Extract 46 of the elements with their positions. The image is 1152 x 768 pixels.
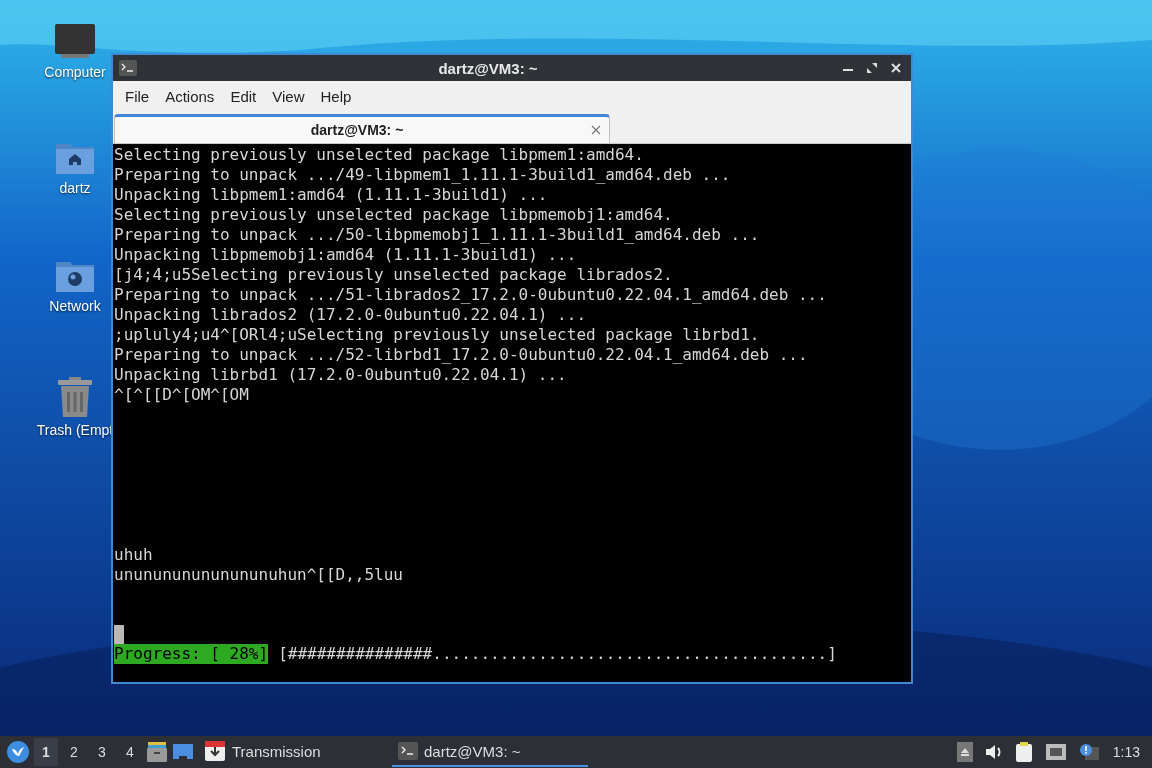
terminal-icon [398, 742, 418, 760]
workspace-button[interactable]: 2 [62, 738, 86, 766]
clock: 1:13 [1111, 744, 1141, 760]
tab[interactable]: dartz@VM3: ~ [114, 114, 610, 143]
terminal-line: Unpacking librados2 (17.2.0-0ubuntu0.22.04.1) ... [114, 305, 587, 325]
terminal-line: ununununununununuhun^[[D,,5luu [114, 565, 404, 585]
icon-label: Computer [44, 64, 106, 80]
terminal-line: uhuh [114, 545, 154, 565]
workspace-button[interactable]: 4 [118, 738, 142, 766]
menu-item[interactable]: View [264, 87, 313, 105]
progress-bar-text: [###############.........................................] [278, 644, 837, 664]
terminal-line: Unpacking libpmem1:amd64 (1.11.1-3build1) ... [114, 185, 549, 205]
window-title: dartz@VM3: ~ [437, 59, 539, 77]
trash-icon[interactable] [56, 376, 94, 418]
desktop-icon[interactable] [172, 742, 194, 762]
download-box-icon [204, 740, 226, 762]
start-menu-icon[interactable] [6, 740, 30, 764]
terminal-line: [j4;4;u5Selecting previously unselected package librados2. [114, 265, 674, 285]
terminal-line: Preparing to unpack .../51-librados2_17.2.0-0ubuntu0.22.04.1_amd64.deb ... [114, 285, 828, 305]
workspace-button[interactable]: 1 [34, 738, 58, 766]
terminal-line: Unpacking librbd1 (17.2.0-0ubuntu0.22.04.1) ... [114, 365, 568, 385]
menu-item[interactable]: Help [312, 87, 360, 105]
file-cabinet-icon[interactable] [146, 741, 168, 763]
menu-item[interactable]: Edit [222, 87, 265, 105]
terminal-icon [119, 60, 137, 76]
terminal-line: Preparing to unpack .../52-librbd1_17.2.0-0ubuntu0.22.04.1_amd64.deb ... [114, 345, 809, 365]
workspace-button[interactable]: 3 [90, 738, 114, 766]
menu-item[interactable]: Actions [157, 87, 223, 105]
taskbar-task[interactable]: dartz@VM3: ~ [392, 737, 588, 767]
close-icon [891, 63, 901, 73]
icon-label: dartz [59, 180, 91, 196]
terminal-line: Selecting previously unselected package libpmemobj1:amd64. [114, 205, 674, 225]
terminal-line: ;upluly4;u4^[ORl4;uSelecting previously unselected package librbd1. [114, 325, 761, 345]
terminal-line: ^[^[[D^[OM^[OM [114, 385, 250, 405]
terminal-line: Preparing to unpack .../50-libpmemobj1_1.11.1-3build1_amd64.deb ... [114, 225, 761, 245]
maximize-icon [867, 63, 877, 73]
close-icon[interactable] [591, 125, 601, 135]
taskbar-task[interactable]: Transmission [198, 737, 388, 767]
terminal-line: Selecting previously unselected package libpmem1:amd64. [114, 145, 645, 165]
menu-item[interactable]: File [117, 87, 158, 105]
progress-label: Progress: [ 28%] [114, 644, 269, 664]
monitor-icon[interactable] [53, 22, 97, 60]
text-cursor [114, 625, 124, 644]
terminal-line: Preparing to unpack .../49-libpmem1_1.11.1-3build1_amd64.deb ... [114, 165, 732, 185]
terminal-line: Unpacking libpmemobj1:amd64 (1.11.1-3build1) ... [114, 245, 578, 265]
icon-label: Network [49, 298, 101, 314]
